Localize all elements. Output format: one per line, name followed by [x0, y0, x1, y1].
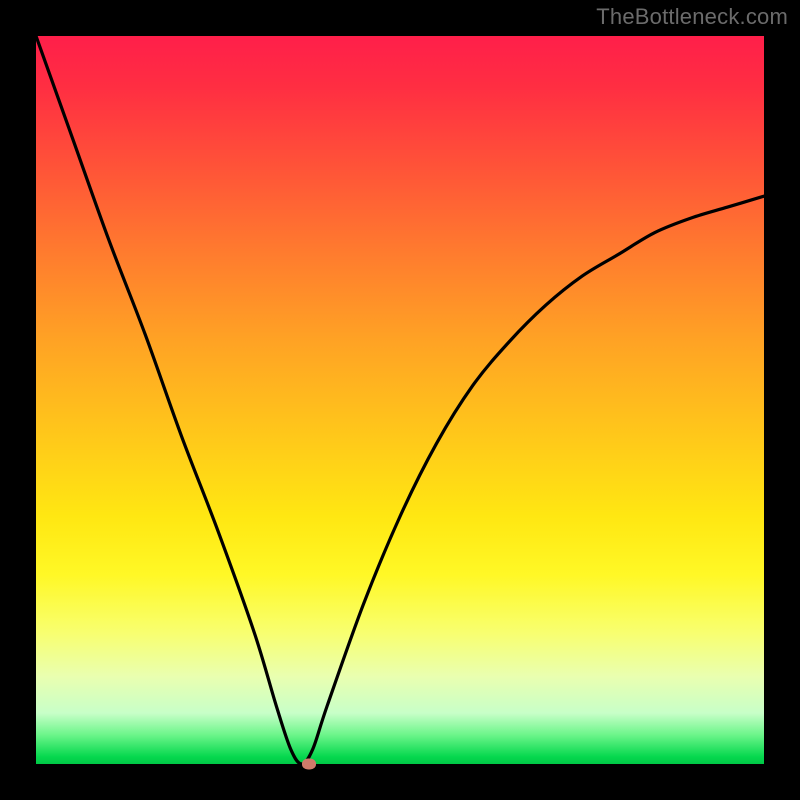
- curve-svg: [36, 36, 764, 764]
- plot-area: [36, 36, 764, 764]
- min-point-marker: [302, 759, 316, 770]
- watermark-label: TheBottleneck.com: [596, 4, 788, 30]
- bottleneck-curve-path: [36, 36, 764, 764]
- chart-container: TheBottleneck.com: [0, 0, 800, 800]
